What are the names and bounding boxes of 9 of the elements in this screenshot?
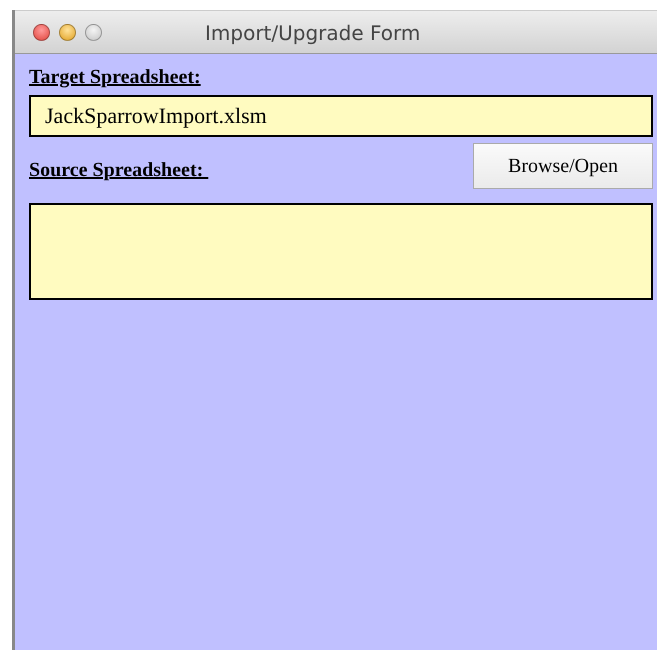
source-field[interactable] <box>29 203 653 300</box>
source-label: Source Spreadsheet: <box>29 159 204 182</box>
window-title: Import/Upgrade Form <box>205 21 420 45</box>
browse-button[interactable]: Browse/Open <box>473 143 653 189</box>
target-label: Target Spreadsheet: <box>29 66 201 89</box>
zoom-icon[interactable] <box>85 24 102 40</box>
minimize-icon[interactable] <box>59 24 76 40</box>
target-field[interactable]: JackSparrowImport.xlsm <box>29 95 653 137</box>
close-icon[interactable] <box>33 24 50 40</box>
